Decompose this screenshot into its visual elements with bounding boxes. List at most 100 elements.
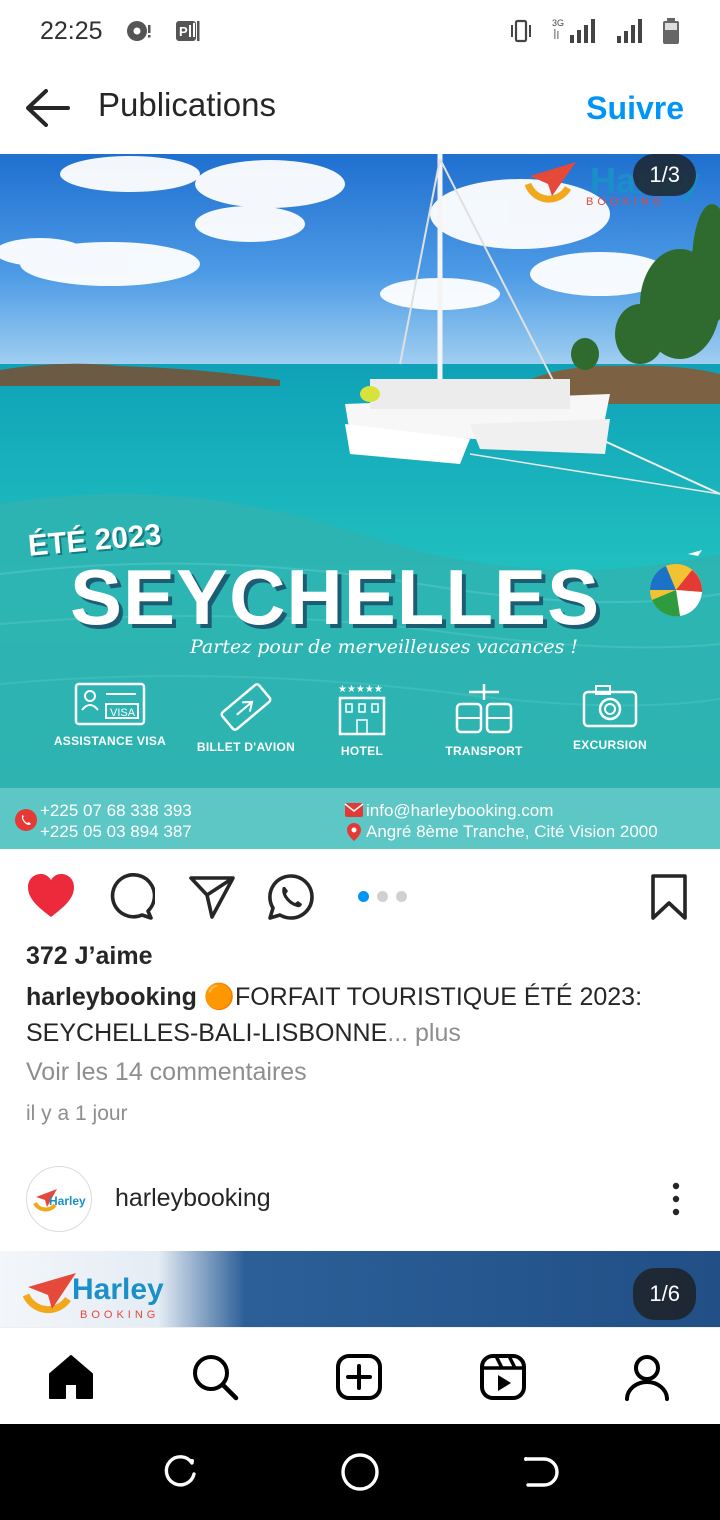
promo-tagline: Partez pour de merveilleuses vacances ! [190, 636, 579, 658]
service-label: HOTEL [340, 744, 384, 758]
svg-text:VISA: VISA [110, 707, 136, 719]
hotel-icon: ★★★★★ [338, 684, 386, 736]
nav-reels[interactable] [478, 1352, 528, 1402]
services-row: VISA ASSISTANCE VISA BILLET D'AVION ★★★★… [40, 682, 680, 762]
visa-icon: VISA [74, 682, 146, 726]
service-label: EXCURSION [572, 738, 648, 752]
next-post-header: Harley harleybooking [0, 1160, 720, 1250]
page-header: Publications Suivre [0, 62, 720, 154]
media-counter: 1/3 [633, 154, 696, 196]
battery-icon [662, 17, 680, 45]
avatar[interactable]: Harley [26, 1166, 92, 1232]
phone-number: +225 07 68 338 393 [40, 801, 192, 820]
post-actions [0, 849, 720, 943]
carousel-indicator [358, 891, 407, 902]
svg-text:★★★★★: ★★★★★ [338, 684, 383, 695]
contact-phones: +225 07 68 338 393 +225 05 03 894 387 [40, 800, 192, 842]
next-post-brand-logo: Harley BOOKING [22, 1265, 192, 1327]
bookmark-icon [651, 874, 687, 920]
service-visa: VISA ASSISTANCE VISA [40, 682, 180, 748]
next-post-image[interactable]: Harley BOOKING 1/6 [0, 1251, 720, 1327]
camera-icon [582, 685, 638, 728]
signal-icon-2 [616, 17, 644, 45]
back-button[interactable] [24, 86, 72, 130]
likes-count[interactable]: 372 J’aime [26, 942, 153, 971]
carousel-dot [396, 891, 407, 902]
post-image[interactable]: Harley BOOKING 1/3 ÉTÉ 2023 SEYCHELLES P… [0, 154, 720, 849]
carousel-dot-active [358, 891, 369, 902]
search-icon [193, 1355, 239, 1401]
status-time: 22:25 [40, 16, 103, 45]
more-options-button[interactable] [666, 1180, 686, 1220]
reels-icon [480, 1354, 526, 1400]
follow-button[interactable]: Suivre [586, 90, 684, 127]
signal-icon: 3G [552, 17, 598, 45]
whatsapp-share-button[interactable] [267, 873, 315, 921]
status-bar: 22:25 P 3G [0, 0, 720, 62]
caption-more-link[interactable]: ... plus [387, 1019, 461, 1047]
harley-avatar-logo-icon: Harley [33, 1189, 86, 1212]
view-comments-link[interactable]: Voir les 14 commentaires [26, 1058, 307, 1087]
profile-icon [625, 1355, 669, 1401]
app-notification-icon: P [175, 19, 201, 43]
post-caption: harleybooking 🟠FORFAIT TOURISTIQUE ÉTÉ 2… [26, 979, 696, 1051]
nav-create[interactable] [334, 1352, 384, 1402]
post-timestamp: il y a 1 jour [26, 1102, 128, 1125]
bottom-navigation [0, 1327, 720, 1424]
next-brand-sub: BOOKING [80, 1309, 160, 1321]
page-title: Publications [98, 86, 276, 123]
phone-number: +225 05 03 894 387 [40, 822, 192, 841]
share-button[interactable] [188, 873, 236, 921]
next-post-username[interactable]: harleybooking [115, 1184, 271, 1213]
service-excursion: EXCURSION [540, 682, 680, 752]
media-icon [125, 19, 153, 43]
system-back-button[interactable] [518, 1450, 562, 1494]
network-type: 3G [552, 18, 564, 28]
recents-icon [164, 1455, 196, 1487]
paper-plane-logo-icon [524, 162, 576, 203]
mail-icon [344, 803, 364, 817]
home-icon [49, 1355, 93, 1399]
carousel-dot [377, 891, 388, 902]
comment-button[interactable] [107, 873, 157, 921]
send-icon [189, 876, 235, 919]
service-transport: TRANSPORT [414, 682, 554, 758]
create-icon [336, 1354, 382, 1400]
contact-address: Angré 8ème Tranche, Cité Vision 2000 [366, 822, 658, 841]
svg-text:P: P [179, 24, 188, 39]
heart-filled-icon [28, 874, 74, 917]
caption-emoji: 🟠 [203, 983, 235, 1011]
status-left: 22:25 P [40, 17, 201, 46]
phone-icon [15, 809, 37, 831]
more-vertical-icon [672, 1182, 680, 1216]
promo-destination: SEYCHELLES [70, 553, 601, 641]
transport-icon [455, 684, 513, 734]
status-right: 3G [508, 17, 680, 45]
nav-home[interactable] [46, 1352, 96, 1402]
contact-bar: +225 07 68 338 393 +225 05 03 894 387 in… [0, 788, 720, 849]
plane-ticket-icon [220, 683, 272, 731]
home-circle-icon [341, 1453, 379, 1491]
whatsapp-icon [268, 874, 314, 920]
arrow-left-icon [26, 89, 70, 127]
service-hotel: ★★★★★ HOTEL [292, 682, 432, 758]
nav-profile[interactable] [622, 1352, 672, 1402]
service-label: TRANSPORT [445, 744, 523, 758]
vibrate-icon [508, 18, 534, 44]
caption-username[interactable]: harleybooking [26, 983, 197, 1011]
system-navigation [0, 1424, 720, 1520]
like-button[interactable] [26, 873, 74, 921]
back-icon [524, 1457, 559, 1487]
save-button[interactable] [646, 873, 694, 921]
comment-icon [110, 873, 157, 920]
service-label: ASSISTANCE VISA [53, 734, 167, 748]
next-brand-name: Harley [72, 1273, 164, 1306]
location-icon [347, 823, 361, 841]
home-button[interactable] [338, 1450, 382, 1494]
nav-search[interactable] [190, 1352, 240, 1402]
contact-details: info@harleybooking.com Angré 8ème Tranch… [366, 800, 658, 842]
avatar-text: Harley [49, 1194, 86, 1208]
contact-email: info@harleybooking.com [366, 801, 554, 820]
recents-button[interactable] [158, 1450, 202, 1494]
next-media-counter: 1/6 [633, 1268, 696, 1320]
